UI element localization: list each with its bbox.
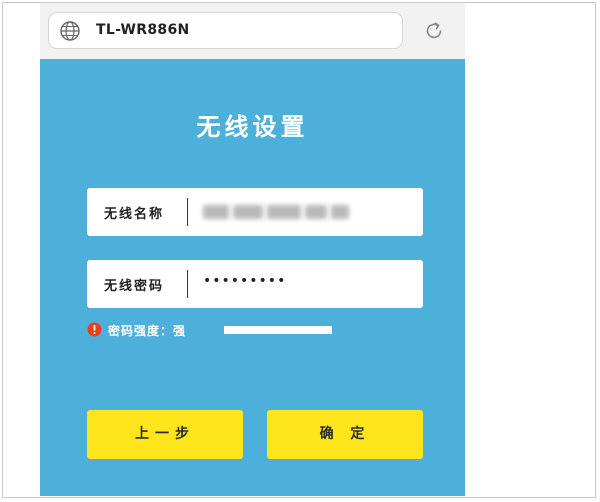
page-title: 无线设置 — [196, 112, 309, 141]
password-label: 无线密码 — [104, 279, 165, 294]
prev-step-button[interactable]: 上一步 — [87, 410, 243, 459]
globe-icon — [59, 20, 81, 42]
password-field[interactable]: 无线密码 ••••••••• — [87, 260, 423, 308]
warning-icon — [87, 322, 102, 337]
confirm-button[interactable]: 确 定 — [267, 410, 423, 459]
screenshot-frame: TL-WR886N 无线设置 无线名称 无线密码 ••••••••• 密码强度：… — [2, 2, 596, 498]
strength-meter — [224, 326, 332, 334]
ssid-value-obscured — [203, 205, 349, 219]
strength-meter-fill — [224, 326, 332, 334]
browser-toolbar: TL-WR886N — [40, 3, 465, 59]
ssid-label: 无线名称 — [104, 207, 165, 222]
strength-label: 密码强度：强 — [108, 324, 187, 338]
url-text: TL-WR886N — [96, 22, 190, 38]
ssid-field[interactable]: 无线名称 — [87, 188, 423, 236]
reload-icon[interactable] — [423, 20, 445, 42]
field-divider — [187, 270, 188, 298]
field-divider — [187, 198, 188, 226]
password-strength: 密码强度：强 — [87, 321, 423, 339]
password-value: ••••••••• — [203, 273, 287, 289]
mobile-viewport: TL-WR886N 无线设置 无线名称 无线密码 ••••••••• 密码强度：… — [40, 3, 465, 496]
address-bar[interactable]: TL-WR886N — [48, 12, 403, 49]
